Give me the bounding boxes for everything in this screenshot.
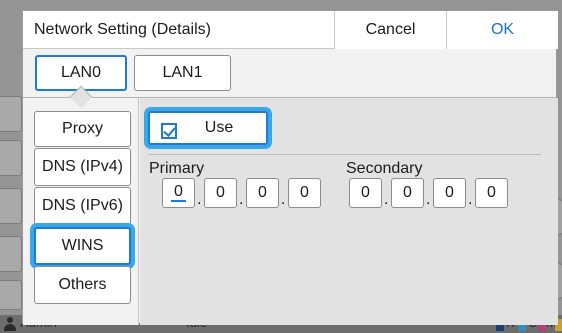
background-tab — [0, 96, 22, 132]
primary-octet-2[interactable]: 0 — [204, 178, 237, 208]
secondary-octet-4[interactable]: 0 — [475, 178, 508, 208]
secondary-label: Secondary — [346, 160, 423, 177]
primary-octet-4[interactable]: 0 — [288, 178, 321, 208]
octet-separator: . — [468, 191, 473, 208]
octet-separator: . — [384, 191, 389, 208]
background-tab — [0, 188, 22, 224]
primary-octet-1-value: 0 — [171, 184, 186, 202]
ok-button[interactable]: OK — [446, 11, 558, 49]
side-item-dns-ipv6[interactable]: DNS (IPv6) — [34, 187, 131, 225]
use-toggle-button[interactable]: Use — [148, 111, 268, 145]
secondary-octet-2[interactable]: 0 — [391, 178, 424, 208]
background-tab — [0, 140, 22, 176]
octet-separator: . — [239, 191, 244, 208]
tab-divider — [23, 97, 556, 98]
side-item-wins[interactable]: WINS — [34, 227, 131, 265]
section-divider — [148, 154, 541, 155]
octet-separator: . — [197, 191, 202, 208]
use-toggle-label: Use — [204, 119, 234, 136]
secondary-octet-1[interactable]: 0 — [349, 178, 382, 208]
side-item-others[interactable]: Others — [34, 266, 131, 304]
network-setting-dialog: Network Setting (Details) Cancel OK LAN0… — [22, 10, 558, 325]
primary-octet-3[interactable]: 0 — [246, 178, 279, 208]
dialog-titlebar: Network Setting (Details) Cancel OK — [23, 11, 558, 49]
background-tab — [0, 236, 22, 272]
side-item-proxy[interactable]: Proxy — [34, 111, 131, 147]
secondary-octet-3[interactable]: 0 — [433, 178, 466, 208]
background-tab — [0, 280, 22, 310]
tab-lan1[interactable]: LAN1 — [134, 55, 231, 91]
octet-separator: . — [426, 191, 431, 208]
primary-octet-1[interactable]: 0 — [162, 178, 195, 208]
user-icon — [3, 317, 17, 331]
dialog-title: Network Setting (Details) — [34, 21, 211, 38]
octet-separator: . — [281, 191, 286, 208]
side-item-dns-ipv4[interactable]: DNS (IPv4) — [34, 148, 131, 186]
checkbox-checked-icon — [161, 123, 177, 139]
cancel-button[interactable]: Cancel — [334, 11, 446, 49]
primary-label: Primary — [149, 160, 205, 177]
